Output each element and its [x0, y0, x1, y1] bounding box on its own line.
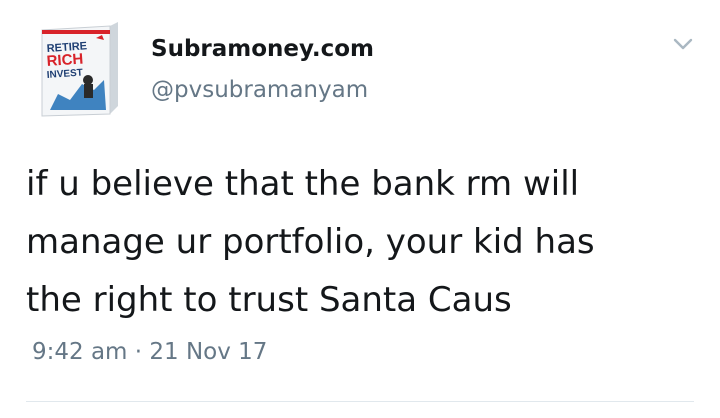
display-name[interactable]: Subramoney.com	[151, 34, 374, 64]
tweet-header: Subramoney.com @pvsubramanyam	[151, 34, 374, 106]
tweet-text-line: if u believe that the bank rm will	[26, 164, 580, 204]
tweet-text-line: the right to trust Santa Caus	[26, 280, 512, 320]
user-handle[interactable]: @pvsubramanyam	[151, 74, 374, 106]
tweet-text: if u believe that the bank rm will manag…	[26, 155, 706, 329]
tweet-text-line: manage ur portfolio, your kid has	[26, 222, 595, 262]
book-cover-avatar-icon: RETIRE RICH INVEST	[41, 22, 118, 117]
tweet-card[interactable]: RETIRE RICH INVEST Subramoney.com @pvsub…	[0, 0, 720, 418]
avatar[interactable]: RETIRE RICH INVEST	[36, 20, 124, 118]
divider	[26, 401, 694, 402]
tweet-timestamp[interactable]: 9:42 am · 21 Nov 17	[32, 337, 267, 367]
chevron-down-icon[interactable]	[672, 36, 694, 52]
